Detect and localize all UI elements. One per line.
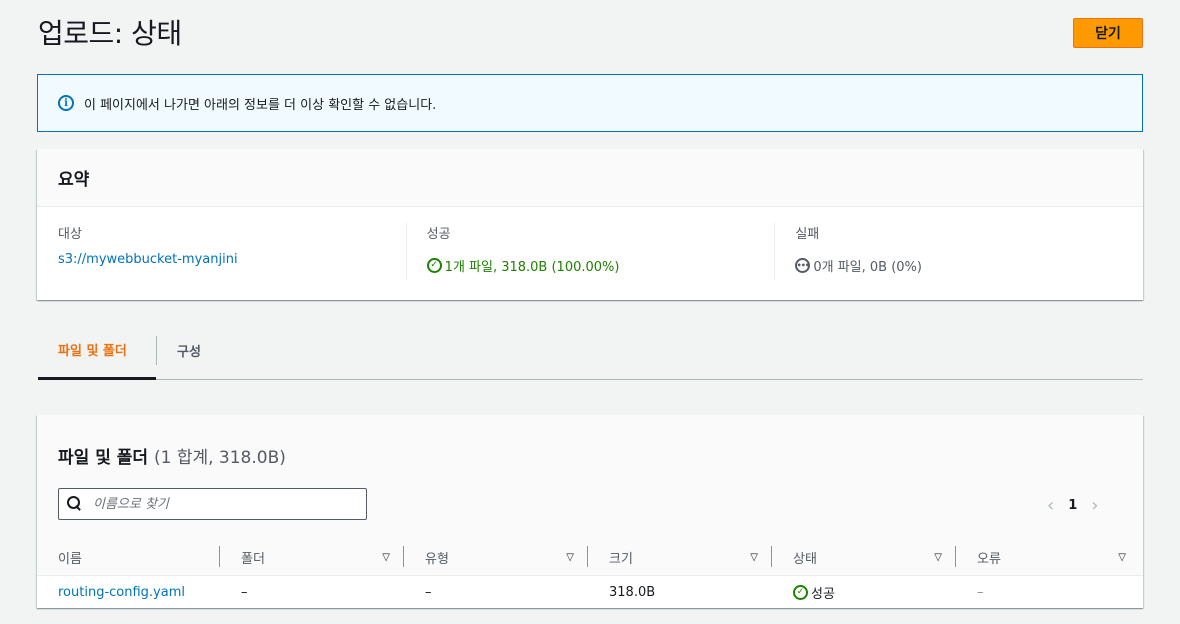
- file-name-link[interactable]: routing-config.yaml: [37, 576, 220, 608]
- info-banner-text: 이 페이지에서 나가면 아래의 정보를 더 이상 확인할 수 없습니다.: [84, 97, 437, 113]
- status-text: 성공: [811, 586, 835, 602]
- column-header-folder[interactable]: 폴더 ▽: [220, 540, 404, 575]
- column-header-size[interactable]: 크기 ▽: [588, 540, 772, 575]
- files-title: 파일 및 폴더 (1 합계, 318.0B): [58, 443, 286, 468]
- failure-value: 0개 파일, 0B (0%): [813, 260, 922, 275]
- page-title: 업로드: 상태: [38, 17, 182, 50]
- files-card: 파일 및 폴더 (1 합계, 318.0B) ‹ 1 › 이름 폴더 ▽ 유형 …: [37, 415, 1143, 608]
- files-title-text: 파일 및 폴더: [58, 448, 149, 468]
- pagination: ‹ 1 ›: [1047, 495, 1098, 516]
- check-circle-icon: ✓: [426, 258, 442, 273]
- cell-folder: –: [241, 584, 248, 600]
- page-number[interactable]: 1: [1068, 498, 1077, 513]
- column-label: 오류: [977, 552, 1001, 567]
- tab-files-folders[interactable]: 파일 및 폴더: [38, 322, 156, 380]
- table-header: 이름 폴더 ▽ 유형 ▽ 크기 ▽ 상태 ▽ 오류 ▽: [37, 540, 1143, 576]
- cell-status: ✓ 성공: [772, 576, 956, 608]
- check-circle-icon: ✓: [793, 584, 808, 600]
- column-header-status[interactable]: 상태 ▽: [772, 540, 956, 575]
- sort-icon[interactable]: ▽: [750, 552, 758, 563]
- target-label: 대상: [58, 227, 82, 242]
- column-header-type[interactable]: 유형 ▽: [404, 540, 588, 575]
- summary-success: 성공 ✓ 1개 파일, 318.0B (100.00%): [405, 207, 775, 299]
- column-header-name[interactable]: 이름: [37, 540, 220, 575]
- summary-failure: 실패 ••• 0개 파일, 0B (0%): [774, 207, 1143, 299]
- column-label: 상태: [793, 552, 817, 567]
- column-label: 크기: [609, 552, 633, 567]
- sort-icon[interactable]: ▽: [934, 552, 942, 563]
- failure-label: 실패: [795, 227, 820, 242]
- tab-bar: 파일 및 폴더 구성: [38, 322, 1143, 380]
- summary-card: 요약 대상 s3://mywebbucket-myanjini 성공 ✓ 1개 …: [37, 149, 1143, 300]
- sort-icon[interactable]: ▽: [382, 552, 390, 563]
- column-header-error[interactable]: 오류 ▽: [956, 540, 1140, 575]
- summary-title: 요약: [37, 149, 1143, 207]
- target-link[interactable]: s3://mywebbucket-myanjini: [58, 252, 386, 267]
- cell-size: 318.0B: [609, 584, 656, 600]
- failure-status: ••• 0개 파일, 0B (0%): [795, 256, 1123, 275]
- cell-type: –: [425, 584, 432, 600]
- success-status: ✓ 1개 파일, 318.0B (100.00%): [426, 256, 755, 275]
- pending-dots-icon: •••: [795, 258, 811, 273]
- cell-error: –: [977, 584, 984, 600]
- column-label: 이름: [58, 552, 82, 567]
- search-box[interactable]: [58, 488, 367, 520]
- close-button[interactable]: 닫기: [1073, 18, 1143, 48]
- success-label: 성공: [426, 227, 451, 242]
- column-label: 유형: [425, 552, 449, 567]
- sort-icon[interactable]: ▽: [566, 552, 574, 563]
- column-label: 폴더: [241, 552, 265, 567]
- files-count: (1 합계, 318.0B): [153, 448, 286, 468]
- sort-icon[interactable]: ▽: [1118, 552, 1126, 563]
- info-banner: i 이 페이지에서 나가면 아래의 정보를 더 이상 확인할 수 없습니다.: [37, 74, 1143, 132]
- chevron-right-icon[interactable]: ›: [1091, 495, 1098, 516]
- info-icon: i: [58, 95, 74, 111]
- search-icon: [67, 496, 83, 512]
- search-input[interactable]: [93, 496, 353, 512]
- table-row: routing-config.yaml – – 318.0B ✓ 성공 –: [37, 576, 1143, 608]
- summary-target: 대상 s3://mywebbucket-myanjini: [37, 207, 406, 299]
- chevron-left-icon[interactable]: ‹: [1047, 495, 1054, 516]
- success-value: 1개 파일, 318.0B (100.00%): [444, 260, 620, 275]
- tab-configuration[interactable]: 구성: [157, 322, 221, 379]
